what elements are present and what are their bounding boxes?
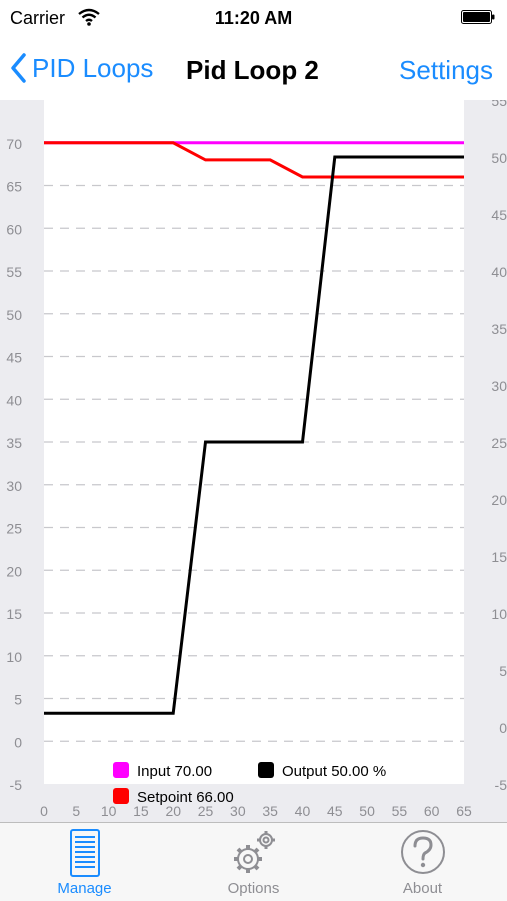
legend-label: Setpoint 66.00	[137, 789, 234, 806]
x-tick-label: 35	[262, 803, 278, 819]
page-title: Pid Loop 2	[186, 55, 319, 85]
y-left-tick-label: 10	[6, 649, 22, 665]
y-right-tick-label: 20	[491, 492, 507, 508]
y-right-tick-label: 0	[499, 720, 507, 736]
gears-icon	[233, 831, 275, 873]
tab-about-label: About	[402, 880, 443, 897]
x-tick-label: 40	[295, 803, 311, 819]
x-tick-label: 60	[424, 803, 440, 819]
x-tick-label: 10	[101, 803, 117, 819]
y-right-tick-label: 5	[499, 663, 507, 679]
y-left-tick-label: 65	[6, 179, 22, 195]
tab-about[interactable]: About	[338, 823, 507, 901]
battery-icon	[461, 10, 495, 24]
legend-swatch	[113, 788, 129, 804]
tab-manage-label: Manage	[57, 880, 112, 897]
y-left-tick-label: 45	[6, 350, 22, 366]
y-left-tick-label: 40	[6, 392, 22, 408]
y-left-tick-label: 70	[6, 136, 22, 152]
y-left-tick-label: 30	[6, 478, 22, 494]
y-right-tick-label: 10	[491, 606, 507, 622]
y-left-tick-label: 60	[6, 221, 22, 237]
x-tick-label: 55	[392, 803, 408, 819]
legend-label: Input 70.00	[137, 763, 212, 780]
server-icon	[69, 829, 100, 877]
x-tick-label: 50	[359, 803, 375, 819]
y-left-tick-label: 0	[14, 734, 22, 750]
y-right-tick-label: -5	[495, 777, 507, 793]
back-button-label: PID Loops	[32, 52, 154, 83]
navigation-bar: PID Loops Pid Loop 2 Settings	[0, 36, 507, 100]
y-right-tick-label: 35	[491, 321, 507, 337]
y-right-tick-label: 50	[491, 150, 507, 166]
y-right-tick-label: 55	[491, 100, 507, 109]
legend-label: Output 50.00 %	[282, 763, 386, 780]
chevron-left-icon	[11, 53, 26, 83]
y-left-tick-label: 35	[6, 435, 22, 451]
tab-options-label: Options	[227, 880, 280, 897]
back-button[interactable]: PID Loops	[10, 50, 153, 86]
x-tick-label: 65	[456, 803, 472, 819]
y-left-tick-label: 20	[6, 563, 22, 579]
y-right-tick-label: 45	[491, 207, 507, 223]
x-tick-label: 45	[327, 803, 343, 819]
y-right-tick-label: 25	[491, 435, 507, 451]
y-left-tick-label: -5	[10, 777, 23, 793]
y-left-tick-label: 25	[6, 521, 22, 537]
status-bar: Carrier 11:20 AM	[0, 0, 507, 36]
tab-options[interactable]: Options	[169, 823, 338, 901]
x-tick-label: 5	[72, 803, 80, 819]
tab-manage[interactable]: Manage	[0, 823, 169, 901]
tab-bar: Manage Options About	[0, 822, 507, 901]
y-left-tick-label: 50	[6, 307, 22, 323]
y-right-tick-label: 40	[491, 264, 507, 280]
legend-swatch	[113, 762, 129, 778]
legend-swatch	[258, 762, 274, 778]
settings-button[interactable]: Settings	[399, 55, 493, 86]
y-left-tick-label: 5	[14, 692, 22, 708]
y-right-tick-label: 15	[491, 549, 507, 565]
question-icon	[400, 830, 445, 874]
x-tick-label: 0	[40, 803, 48, 819]
chart-canvas: -50510152025303540455055606570 -50510152…	[6, 93, 507, 819]
y-right-tick-label: 30	[491, 378, 507, 394]
y-left-tick-label: 15	[6, 606, 22, 622]
status-time: 11:20 AM	[214, 8, 293, 28]
y-left-tick-label: 55	[6, 264, 22, 280]
pid-chart: -5 0 5 10 15 20 25 30 35 40 45 50 55 60 65 70 -5 0 5 10 15 2…	[0, 93, 507, 822]
